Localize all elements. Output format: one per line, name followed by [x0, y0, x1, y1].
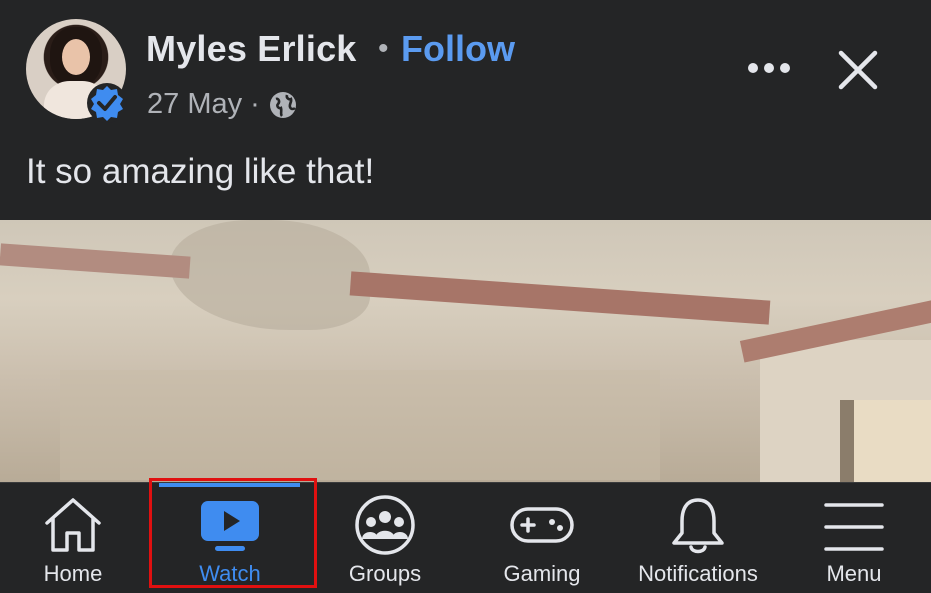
post-date[interactable]: 27 May — [147, 88, 242, 121]
tab-gaming[interactable]: Gaming — [487, 483, 597, 593]
tab-watch[interactable]: Watch — [160, 483, 300, 593]
author-name[interactable]: Myles Erlick — [146, 28, 357, 70]
tab-watch-label: Watch — [199, 561, 261, 586]
tab-menu-label: Menu — [826, 561, 882, 586]
home-icon — [45, 498, 101, 552]
more-dots-icon[interactable] — [746, 56, 792, 80]
gamepad-icon — [510, 507, 574, 543]
post-meta: 27 May · — [147, 88, 298, 121]
bell-icon — [672, 498, 724, 554]
globe-icon — [269, 91, 296, 118]
tab-groups[interactable]: Groups — [330, 483, 440, 593]
close-icon[interactable] — [836, 48, 880, 92]
verified-badge-icon — [87, 83, 127, 123]
post-caption: It so amazing like that! — [26, 152, 375, 191]
tab-gaming-label: Gaming — [503, 561, 581, 586]
video-player[interactable] — [0, 220, 931, 482]
video-frame-detail — [840, 400, 931, 482]
separator-dot: • — [378, 32, 389, 65]
watch-play-icon — [201, 501, 259, 551]
tab-notifications[interactable]: Notifications — [624, 483, 772, 593]
meta-separator: · — [250, 88, 260, 120]
hamburger-menu-icon — [824, 503, 884, 551]
tab-notifications-label: Notifications — [638, 561, 758, 586]
groups-icon — [355, 495, 415, 555]
video-frame-detail — [0, 243, 191, 279]
tab-menu[interactable]: Menu — [800, 483, 908, 593]
video-frame-detail — [60, 370, 660, 480]
post-header: Myles Erlick • Follow 27 May · It so ama… — [0, 0, 931, 220]
tab-home-label: Home — [43, 561, 103, 586]
video-frame-detail — [349, 271, 771, 325]
tab-groups-label: Groups — [348, 561, 422, 586]
follow-button[interactable]: Follow — [401, 28, 515, 70]
tab-home[interactable]: Home — [18, 483, 128, 593]
bottom-tab-bar: Home Watch Groups Gaming Notifications M… — [0, 482, 931, 593]
video-frame-detail — [170, 220, 370, 330]
